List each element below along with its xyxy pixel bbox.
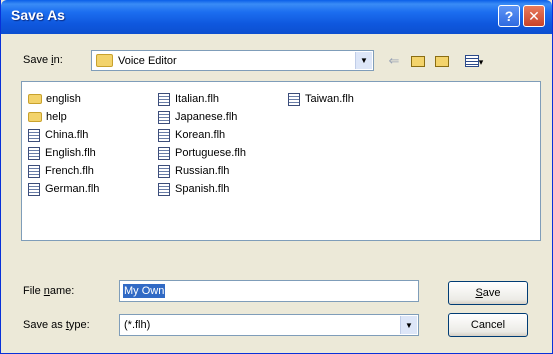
file-icon <box>28 128 40 142</box>
file-column-2: Italian.flh Japanese.flh Korean.flh Port… <box>158 90 246 198</box>
save-in-label: Save in: <box>23 54 63 66</box>
new-folder-icon[interactable] <box>433 52 451 70</box>
list-item-file[interactable]: Portuguese.flh <box>158 144 246 162</box>
list-item-folder[interactable]: english <box>28 90 99 108</box>
save-as-dialog: Save As ? ✕ Save in: Voice Editor ▼ ⇐ ▾ … <box>0 0 553 354</box>
chevron-down-icon[interactable]: ▼ <box>355 52 372 69</box>
file-name-input[interactable]: My Own <box>119 280 419 302</box>
close-button[interactable]: ✕ <box>523 5 545 27</box>
file-icon <box>158 164 170 178</box>
cancel-button[interactable]: Cancel <box>448 313 528 337</box>
save-button[interactable]: Save <box>448 281 528 305</box>
window-title: Save As <box>11 7 65 23</box>
list-item-file[interactable]: English.flh <box>28 144 99 162</box>
file-icon <box>28 146 40 160</box>
file-icon <box>158 146 170 160</box>
save-in-value: Voice Editor <box>118 55 177 67</box>
back-arrow-icon[interactable]: ⇐ <box>385 52 403 70</box>
list-item-file[interactable]: Spanish.flh <box>158 180 246 198</box>
list-item-file[interactable]: French.flh <box>28 162 99 180</box>
file-icon <box>28 182 40 196</box>
list-item-file[interactable]: China.flh <box>28 126 99 144</box>
list-item-file[interactable]: Italian.flh <box>158 90 246 108</box>
help-button[interactable]: ? <box>498 5 520 27</box>
file-column-1: english help China.flh English.flh Frenc… <box>28 90 99 198</box>
list-item-file[interactable]: Taiwan.flh <box>288 90 354 108</box>
close-icon: ✕ <box>528 8 540 24</box>
file-icon <box>158 92 170 106</box>
file-icon <box>288 92 300 106</box>
list-item-file[interactable]: German.flh <box>28 180 99 198</box>
save-as-type-value: (*.flh) <box>124 319 151 331</box>
file-name-label: File name: <box>23 285 75 297</box>
folder-icon <box>28 94 42 104</box>
chevron-down-icon[interactable]: ▼ <box>400 316 417 334</box>
file-icon <box>158 128 170 142</box>
title-bar[interactable]: Save As ? ✕ <box>1 0 552 34</box>
save-in-dropdown[interactable]: Voice Editor ▼ <box>91 50 374 71</box>
file-icon <box>158 110 170 124</box>
file-icon <box>158 182 170 196</box>
up-folder-icon[interactable] <box>409 52 427 70</box>
list-item-file[interactable]: Japanese.flh <box>158 108 246 126</box>
file-list[interactable]: english help China.flh English.flh Frenc… <box>21 81 541 241</box>
save-as-type-label: Save as type: <box>23 319 90 331</box>
save-as-type-dropdown[interactable]: (*.flh) ▼ <box>119 314 419 336</box>
list-item-file[interactable]: Russian.flh <box>158 162 246 180</box>
file-icon <box>28 164 40 178</box>
list-item-file[interactable]: Korean.flh <box>158 126 246 144</box>
help-icon: ? <box>504 8 514 24</box>
view-menu-icon[interactable]: ▾ <box>461 52 487 70</box>
file-name-value: My Own <box>123 284 166 298</box>
file-column-3: Taiwan.flh <box>288 90 354 108</box>
list-item-folder[interactable]: help <box>28 108 99 126</box>
folder-icon <box>28 112 42 122</box>
folder-icon <box>96 53 113 67</box>
